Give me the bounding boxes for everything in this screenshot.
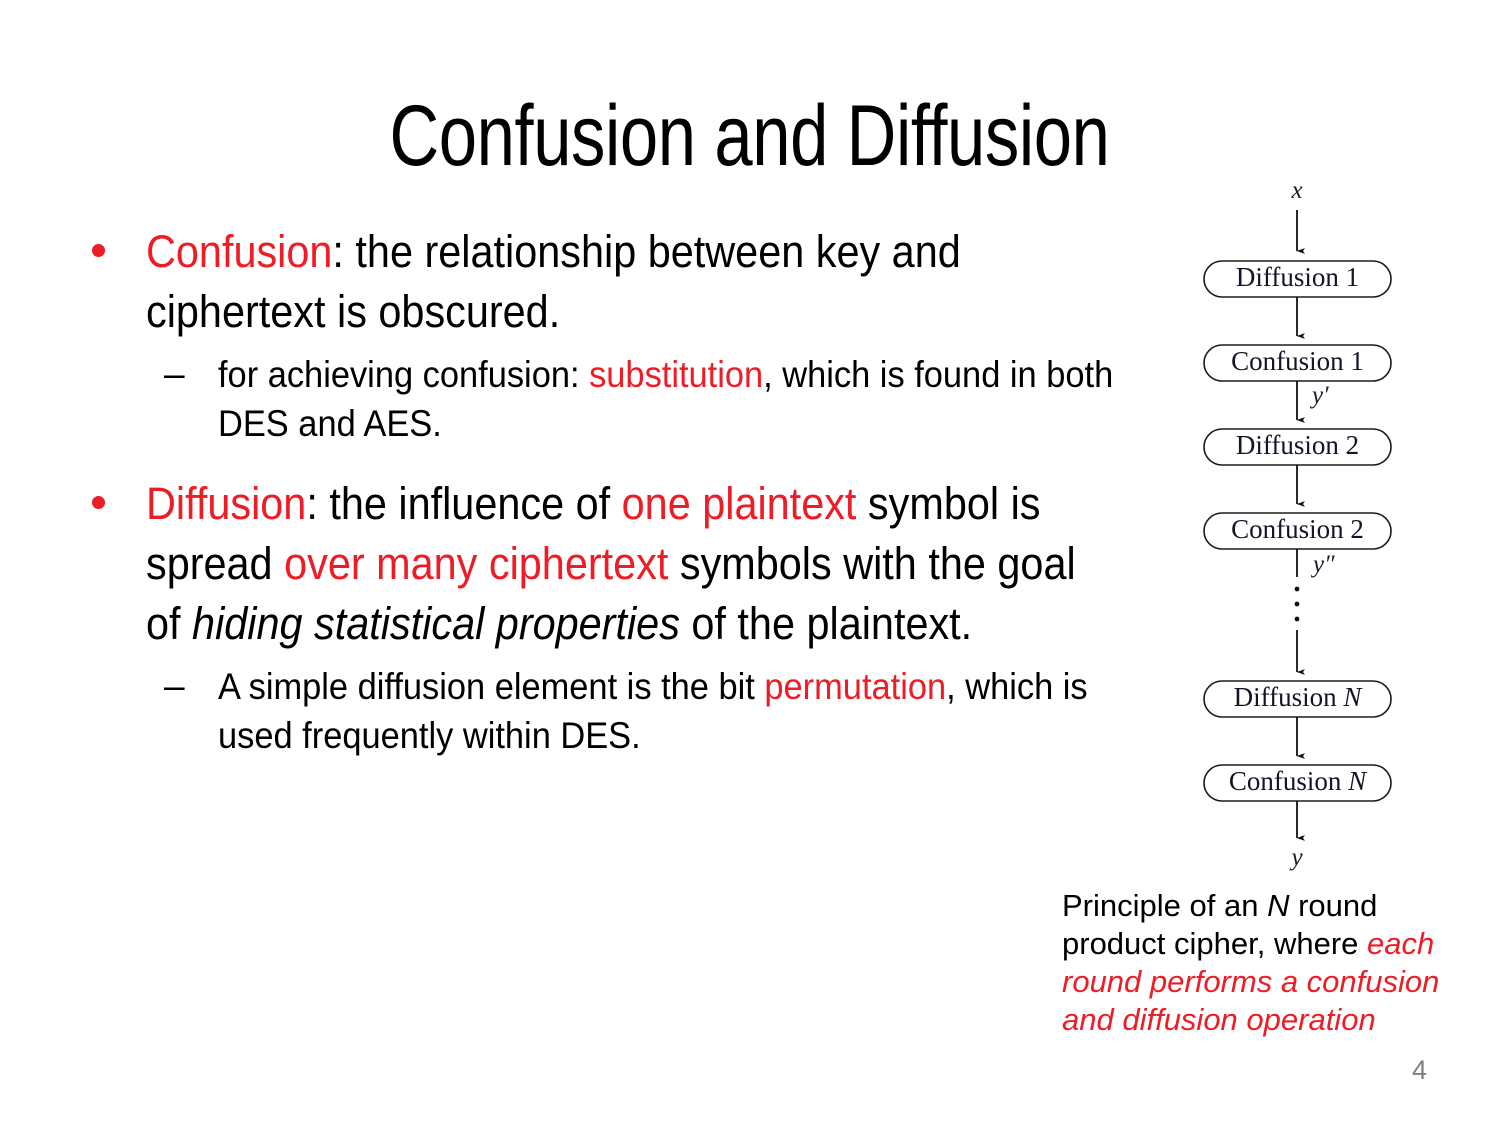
subbullet-substitution-text: for achieving confusion: substitution, w… bbox=[218, 350, 1118, 448]
bullet-dot-icon bbox=[92, 244, 105, 257]
bullet-confusion: Confusion: the relationship between key … bbox=[78, 222, 1118, 342]
subbullet-pre: A simple diffusion element is the bit bbox=[218, 666, 765, 707]
box-confusion-1-label: Confusion 1 bbox=[1231, 346, 1364, 376]
subbullet-pre: for achieving confusion: bbox=[218, 354, 590, 395]
box-confusion-2-label: Confusion 2 bbox=[1231, 514, 1364, 544]
bullet-diffusion-text: Diffusion: the influence of one plaintex… bbox=[146, 474, 1116, 654]
term-hiding-statistical-properties: hiding statistical properties bbox=[192, 598, 680, 649]
box-diffusion-2-label: Diffusion 2 bbox=[1236, 430, 1359, 460]
term-confusion: Confusion bbox=[146, 226, 333, 277]
ellipsis-dot bbox=[1294, 616, 1300, 622]
ellipsis-dot bbox=[1294, 601, 1300, 607]
diagram-caption: Principle of an N round product cipher, … bbox=[1062, 887, 1462, 1039]
diagram-label-y-prime: y′ bbox=[1309, 382, 1329, 409]
caption-plain-1: Principle of an bbox=[1062, 888, 1268, 923]
bullet-diffusion: Diffusion: the influence of one plaintex… bbox=[78, 474, 1118, 654]
bullet-confusion-text: Confusion: the relationship between key … bbox=[146, 222, 1116, 342]
box-confusion-n-label: Confusion N bbox=[1229, 766, 1368, 796]
term-one-plaintext: one plaintext bbox=[621, 478, 857, 529]
term-diffusion: Diffusion bbox=[146, 478, 307, 529]
diagram-output-label: y bbox=[1288, 844, 1303, 871]
dash-marker-icon: – bbox=[164, 665, 185, 706]
term-over-many-ciphertext: over many ciphertext bbox=[284, 538, 669, 589]
page-title: Confusion and Diffusion bbox=[389, 88, 1110, 184]
slide-body: Confusion: the relationship between key … bbox=[78, 222, 1118, 766]
diagram-input-label: x bbox=[1290, 177, 1302, 204]
subbullet-substitution: – for achieving confusion: substitution,… bbox=[78, 350, 1118, 448]
term-permutation: permutation bbox=[764, 666, 947, 707]
box-diffusion-1-label: Diffusion 1 bbox=[1236, 262, 1359, 292]
dash-marker-icon: – bbox=[164, 353, 185, 394]
product-cipher-diagram: x Diffusion 1 Confusion 1 y′ Diffusion 2… bbox=[1168, 172, 1430, 872]
ellipsis-dot bbox=[1294, 586, 1300, 592]
diffusion-part-4: of the plaintext. bbox=[679, 598, 973, 649]
diffusion-part-1: : the influence of bbox=[306, 478, 622, 529]
diagram-label-y-double-prime: y″ bbox=[1310, 551, 1335, 578]
box-confusion-n-index: N bbox=[1347, 766, 1368, 796]
subbullet-permutation: – A simple diffusion element is the bit … bbox=[78, 662, 1118, 760]
box-diffusion-n-label: Diffusion N bbox=[1234, 682, 1364, 712]
bullet-dot-icon bbox=[92, 496, 105, 509]
caption-italic-n: N bbox=[1267, 888, 1290, 923]
page-number: 4 bbox=[1412, 1055, 1428, 1085]
subbullet-permutation-text: A simple diffusion element is the bit pe… bbox=[218, 662, 1118, 760]
box-diffusion-n-word: Diffusion bbox=[1234, 682, 1344, 712]
box-diffusion-n-index: N bbox=[1342, 682, 1363, 712]
term-substitution: substitution bbox=[589, 354, 764, 395]
box-confusion-n-word: Confusion bbox=[1229, 766, 1348, 796]
